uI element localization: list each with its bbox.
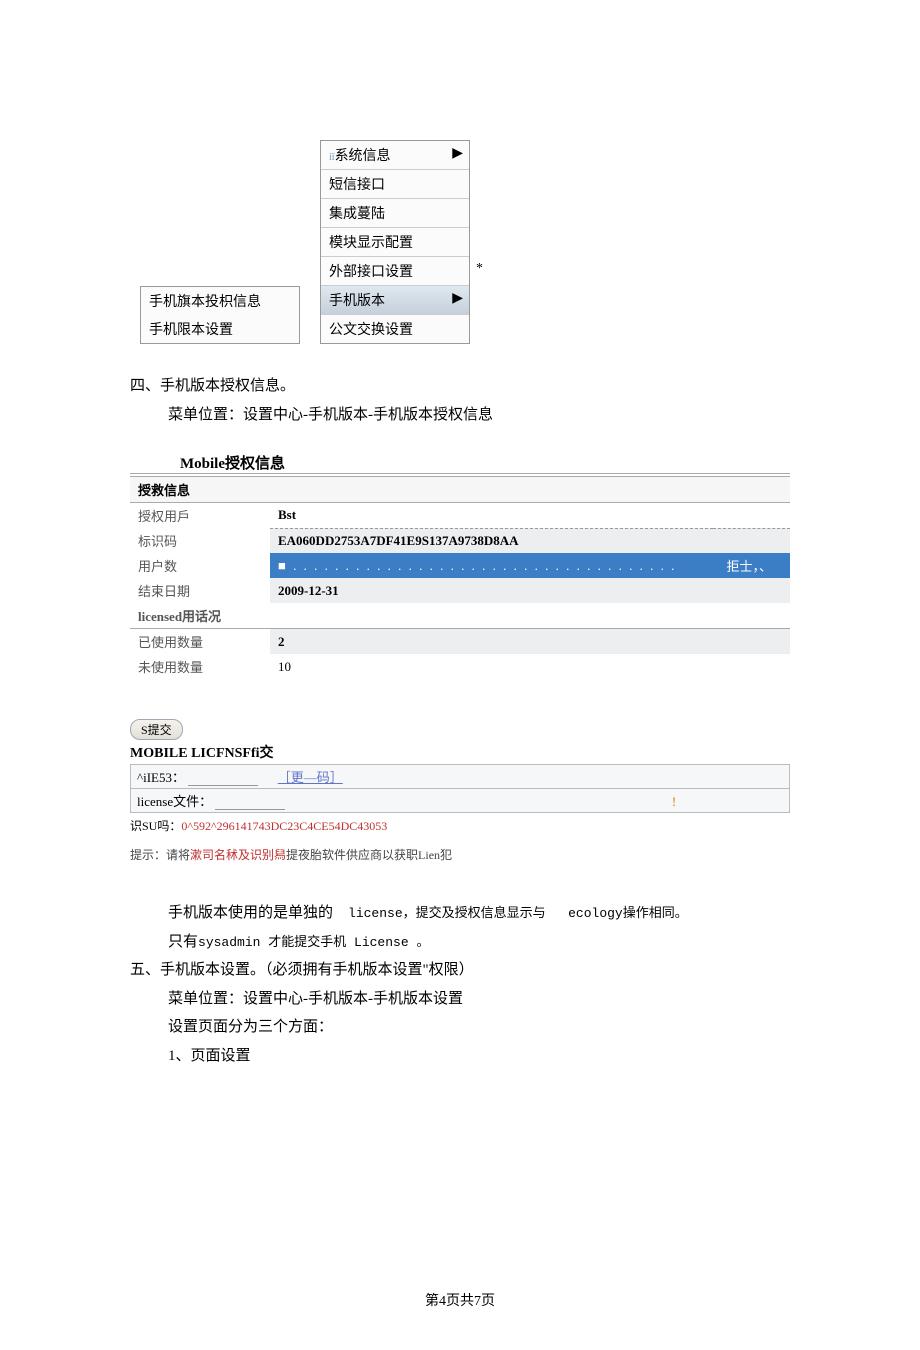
menu-sysinfo[interactable]: iī系统信息 ▶ — [321, 141, 469, 170]
license-table: ^iIE53： ［更—码］ license文件： ! — [130, 764, 790, 813]
auth-licensed-label: licensed用话况 — [130, 603, 790, 629]
identifier-line: 识SU吗：0^592^296141743DC23C4CE54DC43053 — [130, 817, 790, 834]
menu-external-interface[interactable]: 外部接口设置 * — [321, 257, 469, 286]
auth-enddate-label: 结束日期 — [130, 578, 270, 603]
menu-integration[interactable]: 集成蔓陆 — [321, 199, 469, 228]
menu-label: 模块显示配置 — [329, 236, 413, 251]
auth-info-title: Mobile授权信息 — [180, 452, 790, 473]
table-row: licensed用话况 — [130, 603, 790, 629]
menu-doc-exchange[interactable]: 公文交换设置 — [321, 315, 469, 343]
auth-enddate-value: 2009-12-31 — [270, 578, 790, 603]
auth-usercount-dots: ■ . . . . . . . . . . . . . . . . . . . … — [270, 553, 713, 578]
identifier-code: 0^592^296141743DC23C4CE54DC43053 — [181, 819, 387, 833]
section5-title: 五、手机版本设置。（必须拥有手机版本设置"权限） — [130, 956, 790, 985]
menu-label: 系统信息 — [335, 149, 391, 164]
license-row1-label: ^iIE53： — [137, 770, 185, 785]
auth-usercount-label: 用户数 — [130, 553, 270, 578]
menu-block: 手机旗本投枳信息 手机限本设置 iī系统信息 ▶ 短信接口 集成蔓陆 模块显示配… — [140, 140, 790, 344]
section4-path: 菜单位置：设置中心-手机版本-手机版本授权信息 — [168, 403, 790, 424]
license-file-input[interactable] — [215, 795, 285, 810]
submit-button[interactable]: S提交 — [130, 719, 183, 740]
menu-label: 短信接口 — [329, 178, 385, 193]
auth-id-label: 标识码 — [130, 528, 270, 553]
submenu-item-settings[interactable]: 手机限本设置 — [141, 315, 299, 343]
arrow-right-icon: ▶ — [452, 145, 463, 162]
section4-title: 四、手机版本授权信息。 — [130, 374, 790, 395]
body-paragraphs: 手机版本使用的是单独的 license，提交及授权信息显示与 ecology操作… — [168, 899, 790, 1070]
license-code-input[interactable] — [188, 771, 258, 786]
menu-label: 外部接口设置 — [329, 265, 413, 280]
main-menu: iī系统信息 ▶ 短信接口 集成蔓陆 模块显示配置 外部接口设置 * 手机版本 … — [320, 140, 470, 344]
menu-label: 公文交换设置 — [329, 323, 413, 338]
menu-label: 集成蔓陆 — [329, 207, 385, 222]
table-row: 标识码 EA060DD2753A7DF41E9S137A9738D8AA — [130, 528, 790, 553]
auth-user-value: Bst — [270, 503, 790, 529]
page-footer: 第4页共7页 — [130, 1290, 790, 1310]
table-row: 结束日期 2009-12-31 — [130, 578, 790, 603]
menu-label: 手机版本 — [329, 294, 385, 309]
menu-mobile-version[interactable]: 手机版本 ▶ — [321, 286, 469, 315]
auth-unused-value: 10 — [270, 654, 790, 679]
arrow-right-icon: ▶ — [452, 290, 463, 307]
identifier-prefix: 识SU吗： — [130, 819, 181, 833]
hint-line: 提示：请将漱司名秫及识别舄提夜胎软件供应商以获职Lien犯 — [130, 846, 790, 863]
table-row: ^iIE53： ［更—码］ — [131, 765, 790, 789]
star-icon: * — [476, 261, 483, 277]
license-change-code-link[interactable]: ［更—码］ — [278, 770, 343, 785]
auth-id-value: EA060DD2753A7DF41E9S137A9738D8AA — [270, 528, 790, 553]
table-row: 已使用数量 2 — [130, 629, 790, 655]
license-submit-title: MOBILE LICFNSFfi交 — [130, 742, 790, 762]
auth-used-label: 已使用数量 — [130, 629, 270, 655]
auth-reject[interactable]: 拒士，、 — [713, 553, 790, 578]
table-row: 授权用戶 Bst — [130, 503, 790, 529]
license-file-label: license文件： — [137, 794, 212, 809]
section5-path: 菜单位置：设置中心-手机版本-手机版本设置 — [168, 985, 790, 1014]
menu-sms[interactable]: 短信接口 — [321, 170, 469, 199]
table-row: license文件： ! — [131, 789, 790, 813]
auth-used-value: 2 — [270, 629, 790, 655]
table-row-usercount: 用户数 ■ . . . . . . . . . . . . . . . . . … — [130, 553, 790, 578]
submenu-item-auth[interactable]: 手机旗本投枳信息 — [141, 287, 299, 315]
auth-header: 授救信息 — [130, 477, 790, 503]
table-row: 未使用数量 10 — [130, 654, 790, 679]
auth-info-table: 授救信息 授权用戶 Bst 标识码 EA060DD2753A7DF41E9S13… — [130, 476, 790, 679]
sub-menu: 手机旗本投枳信息 手机限本设置 — [140, 286, 300, 344]
menu-module-display[interactable]: 模块显示配置 — [321, 228, 469, 257]
auth-user-label: 授权用戶 — [130, 503, 270, 529]
warning-icon: ! — [672, 794, 676, 809]
auth-unused-label: 未使用数量 — [130, 654, 270, 679]
